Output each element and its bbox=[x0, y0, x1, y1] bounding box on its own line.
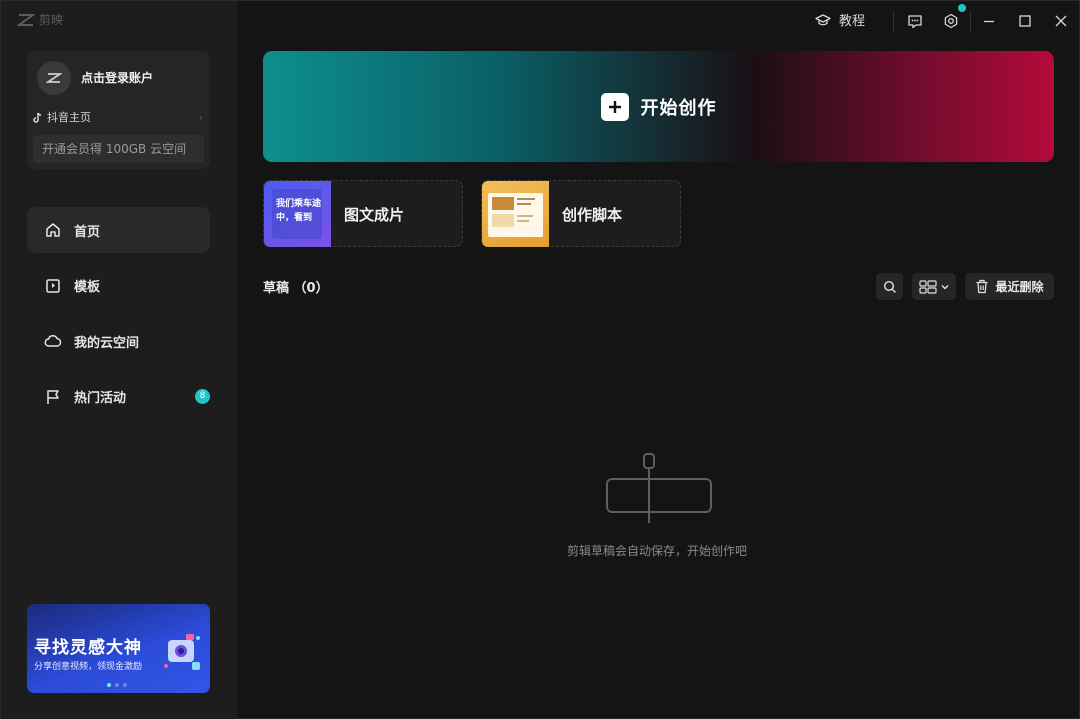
app-window: 剪映 点击登录账户 抖音主页 › 开通会员得 100GB 云空间 首页 模板 我… bbox=[0, 0, 1080, 719]
start-creation-label: 开始创作 bbox=[640, 97, 717, 119]
creation-script-label: 创作脚本 bbox=[562, 206, 623, 224]
promo-title: 寻找灵感大神 bbox=[34, 638, 142, 658]
sidebar-item-templates[interactable]: 模板 bbox=[27, 263, 210, 309]
grid-view-icon bbox=[918, 279, 937, 294]
divider bbox=[970, 11, 971, 31]
douyin-icon bbox=[33, 112, 42, 123]
sidebar-item-label: 我的云空间 bbox=[74, 335, 140, 351]
promo-subtitle: 分享创意视频，领现金激励 bbox=[34, 662, 143, 672]
close-button[interactable] bbox=[1051, 11, 1071, 31]
pagination-dot[interactable] bbox=[115, 683, 119, 687]
image-to-video-thumbnail: 我们乘车途中，看到 bbox=[264, 181, 331, 247]
douyin-home-link[interactable]: 抖音主页 › bbox=[33, 109, 203, 125]
template-icon bbox=[44, 277, 62, 295]
pagination-dot[interactable] bbox=[107, 683, 111, 687]
douyin-label: 抖音主页 bbox=[47, 111, 91, 124]
empty-drafts-illustration bbox=[606, 453, 712, 523]
flag-icon bbox=[44, 388, 62, 406]
cloud-icon bbox=[44, 332, 62, 350]
feedback-icon bbox=[908, 14, 922, 28]
pagination-dot[interactable] bbox=[123, 683, 127, 687]
gear-icon bbox=[944, 13, 958, 29]
sidebar-item-label: 模板 bbox=[74, 280, 101, 295]
drafts-heading: 草稿 （0） bbox=[263, 281, 329, 296]
search-drafts-button[interactable] bbox=[876, 273, 903, 300]
sidebar: 剪映 点击登录账户 抖音主页 › 开通会员得 100GB 云空间 首页 模板 我… bbox=[1, 1, 237, 719]
minimize-button[interactable] bbox=[979, 11, 999, 31]
app-logo: 剪映 bbox=[17, 11, 63, 28]
recently-deleted-button[interactable]: 最近删除 bbox=[965, 273, 1054, 300]
view-mode-dropdown[interactable] bbox=[912, 273, 956, 300]
close-icon bbox=[1055, 15, 1067, 27]
plus-icon bbox=[600, 92, 629, 121]
account-card: 点击登录账户 抖音主页 › 开通会员得 100GB 云空间 bbox=[27, 51, 210, 169]
sidebar-item-label: 热门活动 bbox=[74, 391, 127, 406]
vip-upgrade-button[interactable]: 开通会员得 100GB 云空间 bbox=[33, 135, 204, 163]
recently-deleted-label: 最近删除 bbox=[995, 280, 1044, 294]
login-link[interactable]: 点击登录账户 bbox=[81, 69, 153, 86]
home-icon bbox=[44, 221, 62, 239]
search-icon bbox=[883, 280, 896, 293]
tutorial-label: 教程 bbox=[839, 14, 866, 29]
sidebar-nav: 首页 模板 我的云空间 热门活动 8 bbox=[27, 207, 210, 429]
capcut-logo-icon bbox=[17, 13, 35, 26]
minimize-icon bbox=[984, 20, 994, 23]
tutorial-button[interactable]: 教程 bbox=[815, 10, 865, 29]
image-to-video-label: 图文成片 bbox=[344, 206, 405, 224]
capcut-avatar-icon bbox=[46, 73, 62, 83]
activity-count-badge: 8 bbox=[195, 388, 210, 404]
maximize-icon bbox=[1019, 15, 1031, 27]
sidebar-item-label: 首页 bbox=[74, 224, 101, 240]
sidebar-item-home[interactable]: 首页 bbox=[27, 207, 210, 253]
sidebar-item-activities[interactable]: 热门活动 8 bbox=[27, 374, 210, 420]
maximize-button[interactable] bbox=[1015, 11, 1035, 31]
title-bar: 教程 bbox=[237, 1, 1079, 41]
app-name: 剪映 bbox=[39, 13, 64, 27]
empty-drafts-message: 剪辑草稿会自动保存，开始创作吧 bbox=[567, 544, 748, 558]
promo-pagination[interactable] bbox=[107, 683, 127, 687]
image-to-video-card[interactable]: 我们乘车途中，看到 图文成片 bbox=[263, 180, 463, 247]
thumbnail-text: 我们乘车途中，看到 bbox=[276, 199, 322, 223]
sidebar-item-cloud[interactable]: 我的云空间 bbox=[27, 318, 210, 364]
creation-script-thumbnail bbox=[482, 181, 549, 247]
chevron-right-icon: › bbox=[198, 110, 203, 124]
start-creation-button[interactable]: 开始创作 bbox=[263, 51, 1054, 162]
divider bbox=[893, 11, 894, 31]
script-document-icon bbox=[488, 193, 543, 237]
notification-dot bbox=[958, 4, 966, 12]
settings-button[interactable] bbox=[941, 4, 966, 31]
trash-icon bbox=[976, 279, 988, 294]
feedback-button[interactable] bbox=[905, 11, 925, 31]
graduation-cap-icon bbox=[815, 13, 831, 25]
creation-script-card[interactable]: 创作脚本 bbox=[481, 180, 681, 247]
camera-illustration-icon bbox=[164, 634, 200, 670]
avatar[interactable] bbox=[37, 61, 71, 95]
promo-banner[interactable]: 寻找灵感大神 分享创意视频，领现金激励 bbox=[27, 604, 210, 693]
chevron-down-icon bbox=[941, 284, 948, 289]
